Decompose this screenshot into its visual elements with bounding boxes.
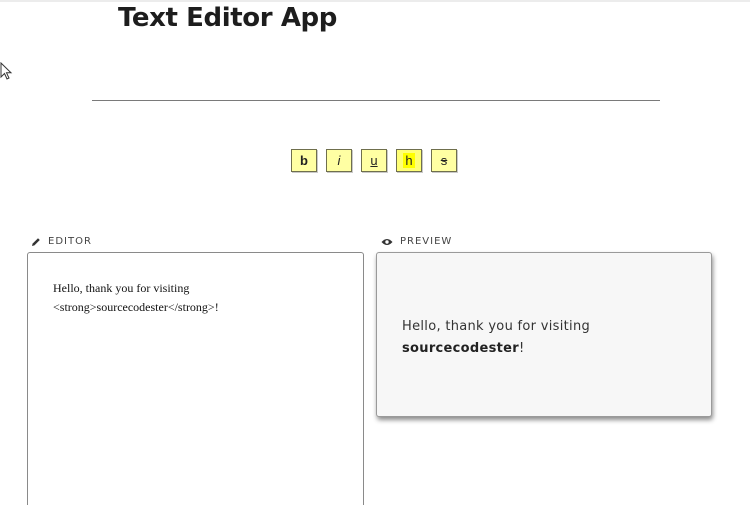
preview-label: PREVIEW xyxy=(381,236,452,247)
underline-button[interactable]: u xyxy=(361,149,387,172)
highlight-button-label: h xyxy=(403,153,415,168)
preview-text-end: ! xyxy=(519,341,525,356)
preview-panel: Hello, thank you for visiting sourcecode… xyxy=(376,252,712,417)
underline-button-label: u xyxy=(370,153,378,168)
page-title: Text Editor App xyxy=(118,3,337,33)
italic-button[interactable]: i xyxy=(326,149,352,172)
strikethrough-button[interactable]: s xyxy=(431,149,457,172)
highlight-button[interactable]: h xyxy=(396,149,422,172)
editor-textarea[interactable]: Hello, thank you for visiting <strong>so… xyxy=(27,252,364,505)
eye-icon xyxy=(381,238,393,246)
preview-text: Hello, thank you for visiting xyxy=(402,319,591,334)
mouse-pointer-icon xyxy=(0,61,14,82)
window-top-edge xyxy=(0,0,750,2)
title-divider xyxy=(92,100,660,101)
editor-label-text: EDITOR xyxy=(48,236,92,247)
italic-button-label: i xyxy=(337,153,341,168)
bold-button-label: b xyxy=(300,153,308,168)
app-page: Text Editor App b i u h s EDITOR PREVIEW… xyxy=(0,0,750,505)
formatting-toolbar: b i u h s xyxy=(291,149,457,172)
editor-label: EDITOR xyxy=(31,236,92,247)
preview-label-text: PREVIEW xyxy=(400,236,453,247)
bold-button[interactable]: b xyxy=(291,149,317,172)
preview-strong-text: sourcecodester xyxy=(402,341,519,356)
strikethrough-button-label: s xyxy=(440,153,448,168)
pencil-icon xyxy=(31,237,41,247)
